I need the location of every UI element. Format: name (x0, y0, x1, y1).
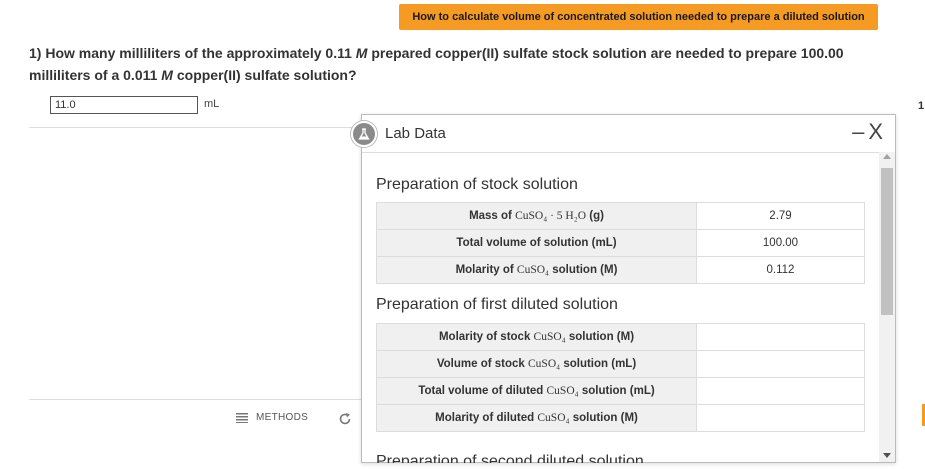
table-row: Total volume of solution (mL) 100.00 (376, 229, 865, 257)
table-row: Molarity of stock CuSO₄ solution (M) (376, 323, 865, 351)
table-row: Mass of CuSO₄ · 5 H₂O (g) 2.79 (376, 202, 865, 230)
scroll-thumb[interactable] (881, 168, 893, 315)
lab-data-window[interactable]: Lab Data – X Preparation of stock soluti… (351, 114, 896, 463)
question-part1: 1) How many milliliters of the approxima… (29, 45, 356, 61)
scroll-down-arrow-icon[interactable] (883, 453, 891, 458)
answer-unit: mL (204, 98, 220, 110)
lab-data-content[interactable]: Preparation of stock solution Mass of Cu… (362, 152, 879, 463)
question-part3: copper(II) sulfate solution? (172, 67, 357, 83)
row-label: Molarity of diluted CuSO₄ solution (M) (376, 404, 697, 432)
divider-bottom (29, 399, 364, 400)
section-title-second-dilution: Preparation of second diluted solution (376, 453, 644, 463)
row-value: 2.79 (696, 202, 865, 230)
row-label: Volume of stock CuSO₄ solution (mL) (376, 350, 697, 378)
row-value-input[interactable] (696, 350, 865, 378)
row-label: Molarity of CuSO₄ solution (M) (376, 256, 697, 284)
methods-label: METHODS (256, 412, 309, 423)
lab-data-header[interactable]: Lab Data – X (351, 115, 895, 151)
row-value-input[interactable] (696, 404, 865, 432)
edge-number: 1 (918, 100, 925, 112)
row-value-input[interactable] (696, 323, 865, 351)
row-label: Mass of CuSO₄ · 5 H₂O (g) (376, 202, 697, 230)
table-row: Molarity of CuSO₄ solution (M) 0.112 (376, 256, 865, 284)
row-label: Molarity of stock CuSO₄ solution (M) (376, 323, 697, 351)
lab-data-scrollbar[interactable] (879, 152, 895, 462)
hint-button[interactable]: How to calculate volume of concentrated … (399, 4, 878, 30)
table-row: Molarity of diluted CuSO₄ solution (M) (376, 404, 865, 432)
table-row: Total volume of diluted CuSO₄ solution (… (376, 377, 865, 405)
molarity-unit-1: M (355, 45, 368, 61)
row-label: Total volume of solution (mL) (376, 229, 697, 257)
reset-icon[interactable] (338, 412, 352, 426)
lab-data-title: Lab Data (385, 125, 446, 142)
list-icon (236, 412, 248, 423)
question-text: 1) How many milliliters of the approxima… (29, 42, 899, 86)
divider-top (29, 127, 364, 128)
flask-icon (351, 121, 377, 147)
section-title-stock: Preparation of stock solution (376, 176, 578, 193)
row-value: 100.00 (696, 229, 865, 257)
stock-solution-table: Mass of CuSO₄ · 5 H₂O (g) 2.79 Total vol… (376, 202, 865, 284)
section-title-first-dilution: Preparation of first diluted solution (376, 296, 618, 313)
methods-button[interactable]: METHODS (236, 412, 308, 423)
first-dilution-table: Molarity of stock CuSO₄ solution (M) Vol… (376, 323, 865, 432)
close-button[interactable]: X (868, 119, 883, 145)
molarity-unit-2: M (161, 67, 173, 83)
answer-input[interactable] (50, 96, 198, 114)
minimize-button[interactable]: – (852, 119, 864, 145)
row-label: Total volume of diluted CuSO₄ solution (… (376, 377, 697, 405)
row-value-input[interactable] (696, 377, 865, 405)
scroll-up-arrow-icon[interactable] (883, 154, 891, 159)
row-value: 0.112 (696, 256, 865, 284)
table-row: Volume of stock CuSO₄ solution (mL) (376, 350, 865, 378)
